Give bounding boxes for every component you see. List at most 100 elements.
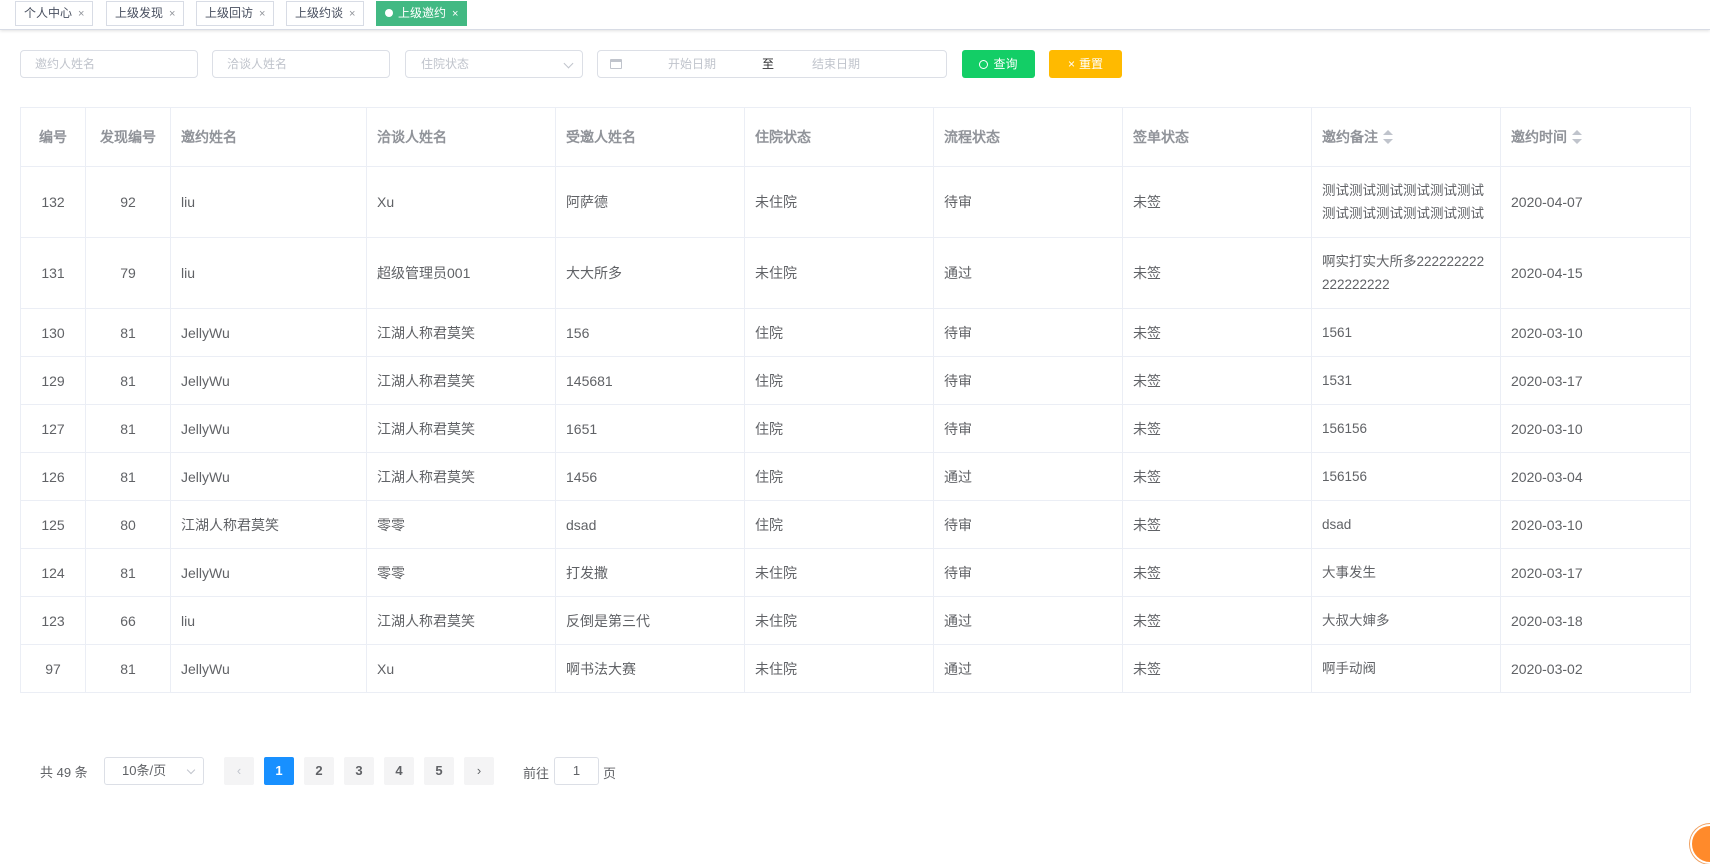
close-icon[interactable]: ×	[259, 8, 265, 20]
start-date-input[interactable]: 开始日期	[668, 51, 716, 77]
cell-id: 97	[20, 644, 86, 693]
reset-button[interactable]: × 重置	[1049, 50, 1122, 78]
tab-superior-discovery[interactable]: 上级发现 ×	[106, 1, 185, 26]
cell-discovery-id: 80	[85, 500, 171, 549]
cell-negotiator: 江湖人称君莫笑	[366, 596, 556, 645]
cell-discovery-id: 81	[85, 308, 171, 357]
cell-discovery-id: 79	[85, 237, 171, 309]
table-row[interactable]: 131 79 liu 超级管理员001 大大所多 未住院 通过 未签 啊实打实大所多222222…	[20, 237, 1691, 309]
cell-id: 129	[20, 356, 86, 405]
cell-inviter: JellyWu	[170, 356, 367, 405]
cell-hospital-status: 未住院	[744, 237, 934, 309]
cell-inviter: JellyWu	[170, 308, 367, 357]
cell-negotiator: Xu	[366, 166, 556, 238]
date-range-picker[interactable]: 开始日期 至 结束日期	[597, 50, 947, 78]
cell-process-status: 待审	[933, 166, 1123, 238]
tab-label: 上级回访	[205, 6, 254, 20]
cell-invite-time: 2020-03-10	[1500, 500, 1691, 549]
table-row[interactable]: 129 81 JellyWu 江湖人称君莫笑 145681 住院 待审 未签 1531 2020-…	[20, 356, 1691, 405]
cell-process-status: 通过	[933, 644, 1123, 693]
pagination-total: 共 49 条	[40, 765, 88, 780]
cell-negotiator: 零零	[366, 548, 556, 597]
table-row[interactable]: 132 92 liu Xu 阿萨德 未住院 待审 未签 测试测试测试测试测试测试测试测试测试测试…	[20, 166, 1691, 238]
close-icon[interactable]: ×	[169, 8, 175, 20]
column-header-remark[interactable]: 邀约备注	[1311, 107, 1501, 167]
next-page-button[interactable]: ›	[464, 757, 494, 785]
cell-invitee: 反倒是第三代	[555, 596, 745, 645]
floating-action-icon[interactable]	[1690, 824, 1710, 864]
cell-process-status: 待审	[933, 404, 1123, 453]
table-row[interactable]: 97 81 JellyWu Xu 啊书法大赛 未住院 通过 未签 啊手动阀 2020-03-02	[20, 644, 1691, 693]
table-row[interactable]: 123 66 liu 江湖人称君莫笑 反倒是第三代 未住院 通过 未签 大叔大婶多 2020-03…	[20, 596, 1691, 645]
page-button-2[interactable]: 2	[304, 757, 334, 785]
page-button-5[interactable]: 5	[424, 757, 454, 785]
table-row[interactable]: 127 81 JellyWu 江湖人称君莫笑 1651 住院 待审 未签 156156 2020-…	[20, 404, 1691, 453]
column-header-process-status: 流程状态	[933, 107, 1123, 167]
cell-hospital-status: 住院	[744, 308, 934, 357]
column-header-hospital-status: 住院状态	[744, 107, 934, 167]
close-icon[interactable]: ×	[452, 8, 458, 20]
select-placeholder: 住院状态	[421, 57, 470, 71]
cell-sign-status: 未签	[1122, 644, 1312, 693]
cell-invitee: 1651	[555, 404, 745, 453]
tab-superior-interview[interactable]: 上级约谈 ×	[286, 1, 365, 26]
cell-remark: 啊手动阀	[1311, 644, 1501, 693]
cell-remark: 啊实打实大所多222222222222222222	[1311, 237, 1501, 309]
inviter-name-input[interactable]	[20, 50, 198, 78]
tab-superior-invitation[interactable]: 上级邀约 ×	[376, 1, 468, 26]
table-row[interactable]: 126 81 JellyWu 江湖人称君莫笑 1456 住院 通过 未签 156156 2020-…	[20, 452, 1691, 501]
cell-sign-status: 未签	[1122, 404, 1312, 453]
chevron-right-icon: ›	[476, 763, 482, 778]
end-date-input[interactable]: 结束日期	[812, 51, 860, 77]
cell-sign-status: 未签	[1122, 356, 1312, 405]
table-row[interactable]: 125 80 江湖人称君莫笑 零零 dsad 住院 待审 未签 dsad 2020-03-10	[20, 500, 1691, 549]
page-button-4[interactable]: 4	[384, 757, 414, 785]
table-row[interactable]: 124 81 JellyWu 零零 打发撒 未住院 待审 未签 大事发生 2020-03-17	[20, 548, 1691, 597]
reset-button-label: 重置	[1079, 57, 1104, 71]
prev-page-button[interactable]: ‹	[224, 757, 254, 785]
sort-caret-icon[interactable]	[1572, 130, 1582, 144]
tab-superior-revisit[interactable]: 上级回访 ×	[196, 1, 275, 26]
cell-discovery-id: 81	[85, 548, 171, 597]
cell-invite-time: 2020-03-10	[1500, 308, 1691, 357]
close-icon[interactable]: ×	[349, 8, 355, 20]
cell-invitee: 145681	[555, 356, 745, 405]
page-size-select[interactable]: 10条/页	[104, 757, 204, 785]
cell-discovery-id: 81	[85, 404, 171, 453]
cell-invite-time: 2020-03-17	[1500, 356, 1691, 405]
search-button-label: 查询	[993, 57, 1018, 71]
cell-inviter: JellyWu	[170, 404, 367, 453]
cell-negotiator: 超级管理员001	[366, 237, 556, 309]
cell-remark: 156156	[1311, 404, 1501, 453]
cell-id: 130	[20, 308, 86, 357]
active-dot-icon	[385, 9, 393, 17]
page-button-1[interactable]: 1	[264, 757, 294, 785]
cell-id: 124	[20, 548, 86, 597]
close-icon[interactable]: ×	[78, 8, 84, 20]
negotiator-name-input[interactable]	[212, 50, 390, 78]
hospital-status-select[interactable]: 住院状态	[405, 50, 583, 78]
cell-hospital-status: 未住院	[744, 644, 934, 693]
search-button[interactable]: 查询	[962, 50, 1035, 78]
cell-discovery-id: 81	[85, 452, 171, 501]
column-header-invite-time[interactable]: 邀约时间	[1500, 107, 1691, 167]
cell-id: 131	[20, 237, 86, 309]
goto-page-input[interactable]: 1	[554, 757, 599, 785]
cell-remark: 大叔大婶多	[1311, 596, 1501, 645]
cell-hospital-status: 未住院	[744, 548, 934, 597]
goto-prefix: 前往	[523, 766, 550, 781]
cell-hospital-status: 住院	[744, 404, 934, 453]
page-button-3[interactable]: 3	[344, 757, 374, 785]
tab-label: 个人中心	[24, 6, 73, 20]
cell-process-status: 通过	[933, 596, 1123, 645]
cell-process-status: 待审	[933, 308, 1123, 357]
cell-invite-time: 2020-03-04	[1500, 452, 1691, 501]
table-row[interactable]: 130 81 JellyWu 江湖人称君莫笑 156 住院 待审 未签 1561 2020-03-…	[20, 308, 1691, 357]
column-header-id: 编号	[20, 107, 86, 167]
cell-invite-time: 2020-04-07	[1500, 166, 1691, 238]
tab-personal-center[interactable]: 个人中心 ×	[15, 1, 94, 26]
cell-id: 126	[20, 452, 86, 501]
cell-negotiator: 江湖人称君莫笑	[366, 356, 556, 405]
sort-caret-icon[interactable]	[1383, 130, 1393, 144]
cell-sign-status: 未签	[1122, 166, 1312, 238]
